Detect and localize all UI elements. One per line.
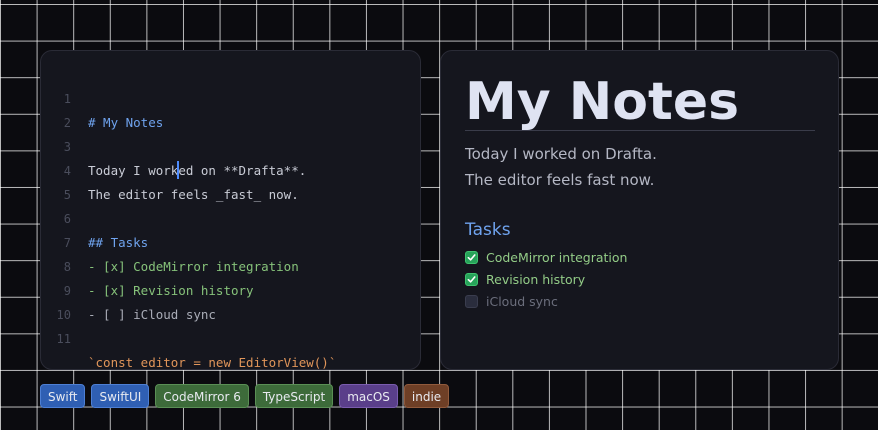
editor-line[interactable]: 9 - [ ] iCloud sync [41,255,216,322]
editor-line[interactable]: 5 [41,159,71,202]
editor-line[interactable]: 7 - [x] CodeMirror integration [41,207,299,274]
editor-line[interactable]: 2 [41,87,71,130]
task-item: iCloud sync [465,292,558,310]
text-before-cursor: Today I work [88,163,179,178]
empty-checkbox-icon[interactable] [465,294,478,308]
preview-paragraph: The editor feels fast now. [465,171,655,189]
checkmark-icon[interactable] [465,272,478,286]
editor-line-text: ## Tasks [88,235,149,250]
checkmark-icon[interactable] [465,250,478,264]
task-label: Revision history [486,271,586,287]
task-label: CodeMirror integration [486,249,628,265]
editor-line[interactable]: 10 [41,279,71,322]
editor-line-text: # My Notes [88,115,164,130]
preview-subheading: Tasks [465,220,511,240]
editor-line[interactable]: 11 `const editor = new EditorView()` [41,303,337,370]
preview-paragraph: Today I worked on Drafta. [465,145,657,163]
task-item: Revision history [465,270,585,288]
editor-line[interactable]: 1 # My Notes [41,63,164,130]
line-number: 11 [56,332,71,346]
tag-codemirror[interactable]: CodeMirror 6 [155,384,249,408]
tag-swiftui[interactable]: SwiftUI [91,384,150,408]
editor-line[interactable]: 6 ## Tasks [41,183,148,250]
tag-indie[interactable]: indie [403,384,450,408]
editor-line-text: The editor feels _fast_ now. [88,187,299,202]
editor-line-text: - [ ] iCloud sync [88,307,216,322]
text-after-cursor: ed on **Drafta**. [178,163,307,178]
heading-divider [465,130,815,131]
tag-typescript[interactable]: TypeScript [254,384,334,408]
markdown-preview: My Notes Today I worked on Drafta. The e… [440,50,839,370]
editor-line[interactable]: 3 Today I worked on **Drafta**. [41,111,306,179]
task-label: iCloud sync [486,293,558,309]
editor-line-text: - [x] CodeMirror integration [88,259,299,274]
tag-swift[interactable]: Swift [40,384,86,408]
editor-line[interactable]: 8 - [x] Revision history [41,231,254,298]
editor-line-text: Today I worked on **Drafta**. [88,159,306,183]
preview-title: My Notes [465,72,740,132]
markdown-editor[interactable]: 1 # My Notes 2 3 Today I worked on **Dra… [40,50,421,370]
tag-macos[interactable]: macOS [339,384,398,408]
editor-line[interactable]: 4 The editor feels _fast_ now. [41,135,299,202]
tag-list: Swift SwiftUI CodeMirror 6 TypeScript ma… [40,384,450,408]
editor-line-text: - [x] Revision history [88,283,254,298]
editor-line-text: `const editor = new EditorView()` [88,355,337,370]
task-item: CodeMirror integration [465,248,627,266]
